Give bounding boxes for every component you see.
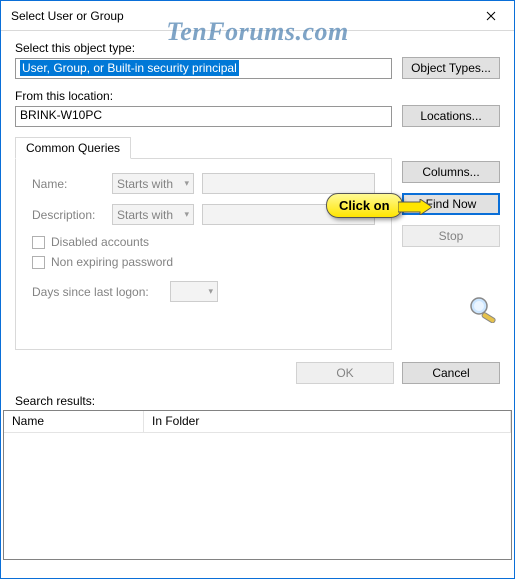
title-bar: Select User or Group <box>1 1 514 31</box>
name-filter-input <box>202 173 375 194</box>
search-results-list[interactable]: Name In Folder <box>3 410 512 560</box>
object-types-button[interactable]: Object Types... <box>402 57 500 79</box>
description-filter-input <box>202 204 375 225</box>
common-queries-panel: Name: Starts with ▾ Description: Starts … <box>15 158 392 350</box>
chevron-down-icon: ▾ <box>208 286 213 297</box>
disabled-accounts-checkbox: Disabled accounts <box>32 235 375 249</box>
checkbox-icon <box>32 236 45 249</box>
object-type-value: User, Group, or Built-in security princi… <box>20 60 239 76</box>
chevron-down-icon: ▾ <box>184 209 189 220</box>
find-now-button[interactable]: Find Now <box>402 193 500 215</box>
checkbox-icon <box>32 256 45 269</box>
cancel-button[interactable]: Cancel <box>402 362 500 384</box>
columns-button[interactable]: Columns... <box>402 161 500 183</box>
object-type-label: Select this object type: <box>15 41 500 55</box>
from-location-input[interactable]: BRINK-W10PC <box>15 106 392 127</box>
column-header-name[interactable]: Name <box>4 411 144 432</box>
ok-button: OK <box>296 362 394 384</box>
name-filter-combo: Starts with ▾ <box>112 173 194 194</box>
column-header-in-folder[interactable]: In Folder <box>144 411 511 432</box>
close-button[interactable] <box>468 1 514 31</box>
results-header: Name In Folder <box>4 411 511 433</box>
name-filter-label: Name: <box>32 177 104 191</box>
from-location-label: From this location: <box>15 89 500 103</box>
days-since-logon-label: Days since last logon: <box>32 285 162 299</box>
stop-button: Stop <box>402 225 500 247</box>
description-filter-label: Description: <box>32 208 104 222</box>
description-filter-combo: Starts with ▾ <box>112 204 194 225</box>
chevron-down-icon: ▾ <box>184 178 189 189</box>
close-icon <box>486 11 496 21</box>
tab-common-queries[interactable]: Common Queries <box>15 137 131 159</box>
locations-button[interactable]: Locations... <box>402 105 500 127</box>
days-since-combo: ▾ <box>170 281 218 302</box>
search-results-label: Search results: <box>1 394 514 410</box>
window-title: Select User or Group <box>11 9 468 23</box>
object-type-input[interactable]: User, Group, or Built-in security princi… <box>15 58 392 79</box>
non-expiring-checkbox: Non expiring password <box>32 255 375 269</box>
search-find-icon <box>466 295 500 323</box>
